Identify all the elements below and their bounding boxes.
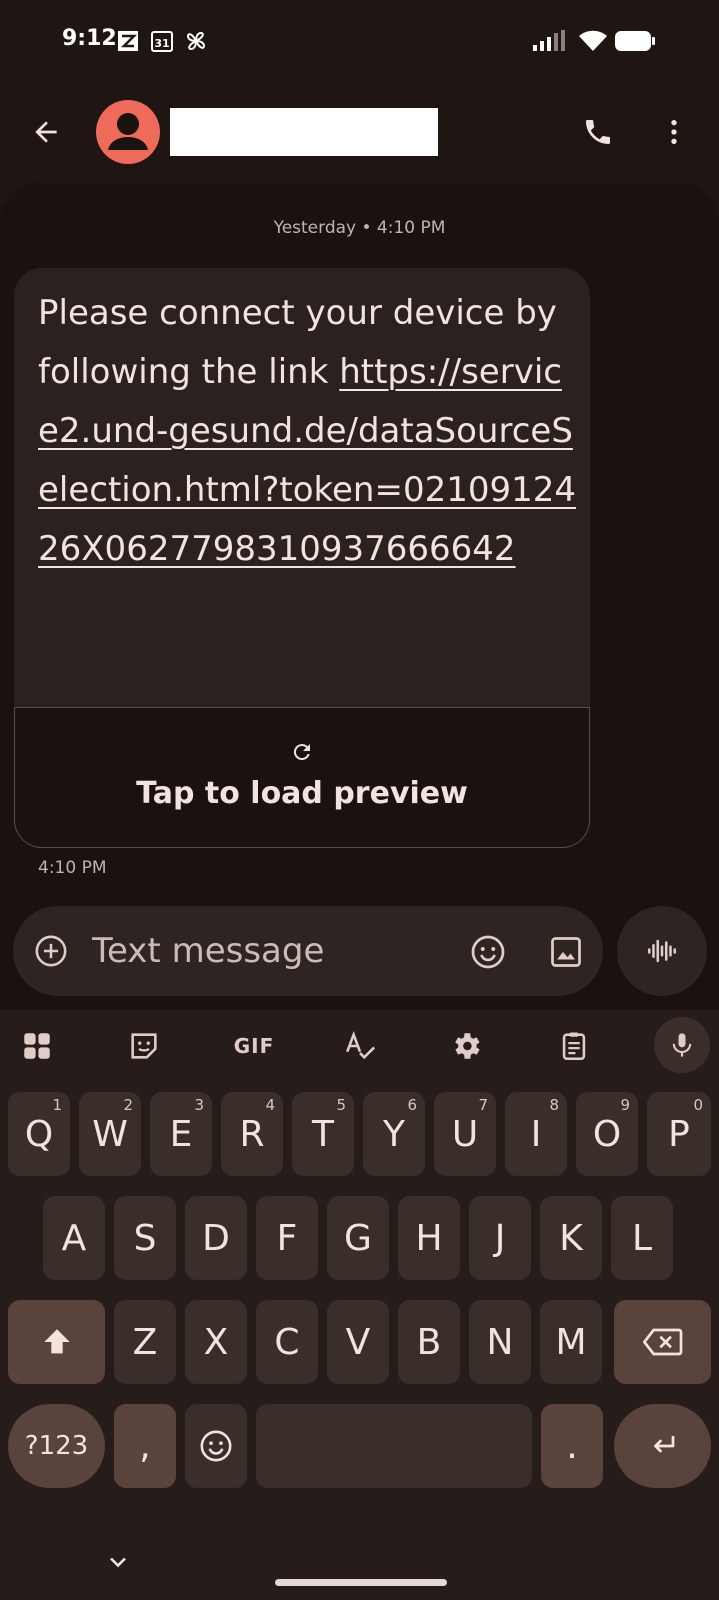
backspace-icon [642, 1328, 682, 1356]
key-m[interactable]: M [540, 1300, 602, 1384]
sticker-icon [131, 1033, 157, 1059]
text-message-input[interactable] [90, 928, 454, 974]
key-p[interactable]: P0 [647, 1092, 711, 1176]
key-x[interactable]: X [185, 1300, 247, 1384]
apps-grid-button[interactable] [17, 1026, 57, 1066]
chevron-down-icon[interactable] [104, 1548, 132, 1576]
more-options-button[interactable] [654, 112, 694, 152]
avatar[interactable] [96, 100, 160, 164]
signal-icon [532, 29, 568, 53]
key-b[interactable]: B [398, 1300, 460, 1384]
call-button[interactable] [578, 112, 618, 152]
apps-grid-icon [24, 1033, 50, 1059]
more-vert-icon [671, 120, 677, 144]
status-time: 9:12 [62, 26, 117, 51]
key-h[interactable]: H [398, 1196, 460, 1280]
add-circle-icon[interactable] [34, 934, 68, 968]
clipboard-button[interactable] [554, 1026, 594, 1066]
key-e[interactable]: E3 [150, 1092, 212, 1176]
person-icon [108, 113, 148, 150]
emoji-icon[interactable] [470, 934, 506, 970]
shift-icon [43, 1329, 70, 1354]
key-n[interactable]: N [469, 1300, 531, 1384]
preview-label: Tap to load preview [136, 776, 468, 811]
gesture-nav-bar[interactable] [275, 1579, 447, 1586]
key-g[interactable]: G [327, 1196, 389, 1280]
back-arrow-icon [35, 121, 57, 143]
settings-button[interactable] [446, 1026, 486, 1066]
phone-icon [586, 120, 610, 144]
message-time: 4:10 PM [38, 858, 107, 878]
voice-message-button[interactable] [617, 906, 707, 996]
enter-icon [653, 1435, 674, 1453]
symbols-key[interactable]: ?123 [8, 1404, 105, 1488]
calendar-31-icon: 31 [150, 29, 174, 53]
back-button[interactable] [26, 112, 66, 152]
comma-key[interactable]: , [114, 1404, 176, 1488]
spellcheck-button[interactable] [340, 1026, 380, 1066]
keyboard-mic-button[interactable] [654, 1017, 710, 1073]
sticker-button[interactable] [124, 1026, 164, 1066]
shift-key[interactable] [8, 1300, 105, 1384]
key-t[interactable]: T5 [292, 1092, 354, 1176]
pinwheel-icon [184, 29, 208, 53]
gear-icon [455, 1033, 480, 1059]
spellcheck-icon [346, 1031, 376, 1060]
message-text: Please connect your device by following … [38, 284, 578, 579]
calendar-day: 31 [154, 37, 169, 50]
key-v[interactable]: V [327, 1300, 389, 1384]
key-w[interactable]: W2 [79, 1092, 141, 1176]
voice-icon [647, 939, 677, 963]
backspace-key[interactable] [614, 1300, 711, 1384]
key-o[interactable]: O9 [576, 1092, 638, 1176]
key-l[interactable]: L [611, 1196, 673, 1280]
contact-name [170, 108, 438, 156]
wifi-icon [578, 29, 608, 53]
key-i[interactable]: I8 [505, 1092, 567, 1176]
key-y[interactable]: Y6 [363, 1092, 425, 1176]
key-r[interactable]: R4 [221, 1092, 283, 1176]
key-q[interactable]: Q1 [8, 1092, 70, 1176]
image-icon[interactable] [548, 934, 584, 970]
clipboard-icon [562, 1032, 586, 1061]
z-app-icon [116, 29, 140, 53]
battery-icon [614, 29, 656, 53]
key-k[interactable]: K [540, 1196, 602, 1280]
key-j[interactable]: J [469, 1196, 531, 1280]
key-c[interactable]: C [256, 1300, 318, 1384]
period-key[interactable]: . [541, 1404, 603, 1488]
key-a[interactable]: A [43, 1196, 105, 1280]
key-z[interactable]: Z [114, 1300, 176, 1384]
gif-button[interactable]: GIF [226, 1026, 282, 1066]
emoji-icon [200, 1430, 232, 1462]
mic-icon [672, 1033, 692, 1057]
refresh-icon [293, 744, 310, 761]
key-s[interactable]: S [114, 1196, 176, 1280]
key-f[interactable]: F [256, 1196, 318, 1280]
space-key[interactable] [256, 1404, 532, 1488]
date-separator: Yesterday • 4:10 PM [273, 218, 446, 238]
key-d[interactable]: D [185, 1196, 247, 1280]
key-u[interactable]: U7 [434, 1092, 496, 1176]
enter-key[interactable] [614, 1404, 711, 1488]
emoji-key[interactable] [185, 1404, 247, 1488]
